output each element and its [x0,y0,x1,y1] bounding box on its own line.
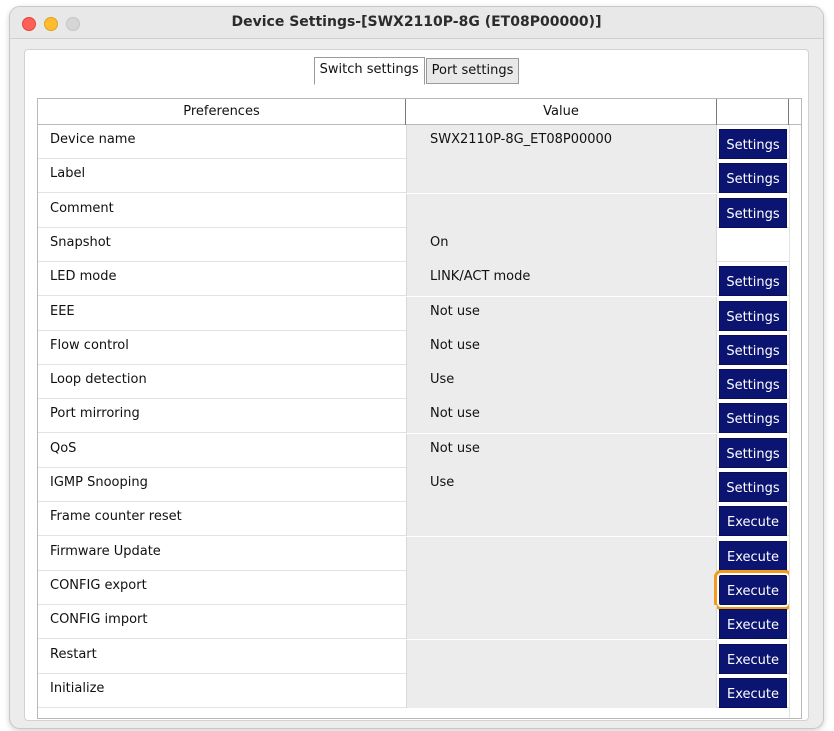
action-cell: Execute [717,502,789,537]
preference-name: LED mode [50,269,117,285]
preference-value: SWX2110P-8G_ET08P00000 [406,125,717,159]
table-row[interactable]: Frame counter reset Execute [38,502,789,537]
flow-control-settings-button[interactable]: Settings [719,334,787,365]
preference-value [406,159,717,194]
preference-value: Use [406,365,717,400]
port-mirroring-settings-button[interactable]: Settings [719,403,787,434]
preference-value: Use [406,468,717,502]
column-header-value[interactable]: Value [406,99,717,125]
comment-settings-button[interactable]: Settings [719,197,787,228]
table-header: Preferences Value [38,99,801,125]
label-settings-button[interactable]: Settings [719,163,787,194]
action-cell: Settings [717,297,789,331]
table-row[interactable]: QoS Not use Settings [38,433,789,468]
preference-value: Not use [406,296,717,331]
table-row[interactable]: Label Settings [38,159,789,194]
action-cell: Settings [717,159,789,194]
preference-value [406,605,717,640]
device-name-settings-button[interactable]: Settings [719,129,787,159]
action-cell: Execute [717,640,789,674]
preference-name: Label [50,166,86,182]
preference-name: Comment [50,200,114,216]
table-row[interactable]: Firmware Update Execute [38,536,789,571]
preference-value: Not use [406,433,717,468]
table-row[interactable]: Port mirroring Not use Settings [38,399,789,434]
device-settings-window: Device Settings-[SWX2110P-8G (ET08P00000… [9,6,824,729]
frame-counter-reset-execute-button[interactable]: Execute [719,506,787,537]
loop-detection-settings-button[interactable]: Settings [719,369,787,400]
preference-name: Initialize [50,680,105,696]
preference-value: LINK/ACT mode [406,262,717,297]
preference-name: EEE [50,303,75,319]
config-import-execute-button[interactable]: Execute [719,609,787,640]
preference-name: Flow control [50,337,129,353]
tab-bar: Switch settings Port settings [25,57,808,85]
led-mode-settings-button[interactable]: Settings [719,266,787,297]
vertical-scrollbar[interactable] [789,125,801,718]
table-row[interactable]: IGMP Snooping Use Settings [38,468,789,502]
title-bar: Device Settings-[SWX2110P-8G (ET08P00000… [10,7,823,39]
table-row[interactable]: Initialize Execute [38,673,789,708]
column-header-preferences[interactable]: Preferences [38,99,406,125]
table-row[interactable]: CONFIG import Execute [38,605,789,640]
action-cell: Settings [717,468,789,502]
preference-name: CONFIG export [50,577,147,593]
preference-value [406,639,717,674]
table-row[interactable]: Restart Execute [38,639,789,674]
table-row[interactable]: Snapshot On [38,227,789,262]
tab-port-settings[interactable]: Port settings [425,58,520,84]
firmware-update-execute-button[interactable]: Execute [719,540,787,571]
qos-settings-button[interactable]: Settings [719,437,787,468]
eee-settings-button[interactable]: Settings [719,300,787,331]
table-row[interactable]: Loop detection Use Settings [38,365,789,400]
action-cell [717,228,789,262]
action-cell: Execute [717,537,789,571]
preference-name: Frame counter reset [50,509,182,525]
action-cell: Execute [717,674,789,708]
tab-switch-settings[interactable]: Switch settings [313,57,425,85]
preference-name: Port mirroring [50,406,140,422]
preference-value [406,502,717,537]
preference-value [406,673,717,708]
table-row[interactable]: EEE Not use Settings [38,296,789,331]
preference-value: Not use [406,399,717,434]
action-cell: Settings [717,125,789,159]
preference-name: IGMP Snooping [50,475,148,490]
preference-name: Firmware Update [50,543,161,559]
restart-execute-button[interactable]: Execute [719,643,787,674]
preference-value [406,193,717,228]
action-cell: Execute [714,569,792,610]
action-cell: Settings [717,331,789,365]
initialize-execute-button[interactable]: Execute [719,677,787,708]
preference-value [406,536,717,571]
action-cell: Settings [717,262,789,297]
preference-name: Snapshot [50,234,111,250]
table-row[interactable]: Comment Settings [38,193,789,228]
column-header-action[interactable] [717,99,789,125]
window-title: Device Settings-[SWX2110P-8G (ET08P00000… [231,14,602,30]
preference-name: QoS [50,440,77,456]
content-panel: Switch settings Port settings Preferences… [24,49,809,721]
preference-name: CONFIG import [50,612,148,628]
action-cell: Settings [717,399,789,434]
preference-name: Restart [50,646,97,662]
action-cell: Execute [717,605,789,640]
table-row[interactable]: CONFIG export Execute [38,569,792,610]
config-export-execute-button[interactable]: Execute [714,569,792,610]
settings-table: Preferences Value Device name SWX2110P-8G… [37,98,802,719]
action-cell: Settings [717,365,789,400]
table-row[interactable]: Flow control Not use Settings [38,330,789,365]
preference-name: Device name [50,132,136,147]
igmp-snooping-settings-button[interactable]: Settings [719,472,787,502]
table-row[interactable]: LED mode LINK/ACT mode Settings [38,262,789,297]
preference-name: Loop detection [50,372,147,388]
preference-value: Not use [406,330,717,365]
preference-value: On [406,227,717,262]
action-cell: Settings [717,434,789,468]
table-row[interactable]: Device name SWX2110P-8G_ET08P00000 Setting… [38,125,789,159]
preference-value [406,570,717,605]
action-cell: Settings [717,194,789,228]
